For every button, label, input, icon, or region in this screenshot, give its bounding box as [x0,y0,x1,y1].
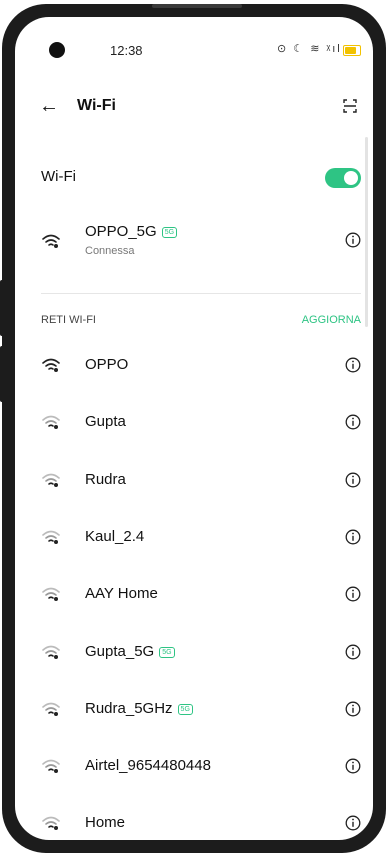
info-icon[interactable] [345,758,361,774]
wifi-signal-icon [42,587,60,602]
network-name: Gupta_5G 5G [85,643,175,660]
info-icon[interactable] [345,529,361,545]
phone-frame: 12:38 ⊙ ☾ ≋ ᵡıl ← Wi-Fi Wi-Fi OPPO_5G 5G … [2,4,386,853]
network-row[interactable]: Gupta_5G 5G [15,632,373,672]
network-name: Rudra_5GHz 5G [85,700,193,717]
network-row[interactable]: OPPO [15,345,373,385]
info-icon[interactable] [345,701,361,717]
badge-5g: 5G [161,227,178,238]
wifi-signal-icon [42,702,60,716]
scrollbar[interactable] [365,137,368,327]
phone-top-edge [152,4,242,8]
refresh-button[interactable]: AGGIORNA [302,314,361,326]
page-title: Wi-Fi [77,97,116,114]
info-icon[interactable] [345,414,361,430]
scan-qr-icon[interactable] [343,99,357,113]
network-name: OPPO [85,356,129,373]
wifi-toggle-label: Wi-Fi [41,168,76,185]
divider [41,293,361,294]
network-row[interactable]: Home [15,803,373,840]
status-bar: 12:38 ⊙ ☾ ≋ ᵡıl [15,17,373,58]
title-bar: ← Wi-Fi [15,91,373,121]
network-name: Home [85,814,126,832]
badge-5g: 5G [177,703,193,715]
wifi-signal-icon [42,530,60,544]
screen: 12:38 ⊙ ☾ ≋ ᵡıl ← Wi-Fi Wi-Fi OPPO_5G 5G … [15,17,373,840]
battery-icon [343,45,361,56]
wifi-signal-icon [42,645,60,659]
wifi-toggle-row[interactable]: Wi-Fi [15,164,373,192]
network-row[interactable]: Gupta [15,402,373,442]
network-row[interactable]: Kaul_2.4 [15,517,373,557]
connected-status: Connessa [85,245,135,257]
wifi-toggle-switch[interactable] [325,168,361,188]
info-icon[interactable] [345,586,361,602]
section-title: RETI WI-FI [41,314,96,326]
section-header: RETI WI-FI AGGIORNA [15,314,373,330]
network-name: AAY Home [85,585,158,603]
badge-5g: 5G [159,646,175,658]
wifi-signal-icon [42,759,60,774]
info-icon[interactable] [345,815,361,831]
network-row[interactable]: Rudra_5GHz 5G [15,689,373,729]
back-arrow-icon[interactable]: ← [39,91,59,121]
network-row[interactable]: AAY Home [15,574,373,614]
status-time: 12:38 [110,43,143,58]
info-icon[interactable] [345,357,361,373]
side-button [0,280,4,336]
network-row[interactable]: Rudra [15,460,373,500]
wifi-signal-icon [42,817,60,831]
network-row[interactable]: Airtel_9654480448 [15,746,373,786]
wifi-signal-icon [42,358,60,372]
front-camera [49,42,65,58]
network-name: Gupta [85,413,126,431]
network-name: Rudra [85,470,126,488]
side-button [0,346,4,402]
network-name: Kaul_2.4 [85,527,145,545]
info-icon[interactable] [345,232,361,248]
wifi-signal-icon [42,473,60,487]
wifi-signal-icon [42,416,60,430]
connected-network-name: OPPO_5G 5G [85,223,178,240]
wifi-signal-icon [42,234,60,248]
status-icons: ⊙ ☾ ≋ ᵡıl [277,43,342,55]
info-icon[interactable] [345,472,361,488]
info-icon[interactable] [345,644,361,660]
network-name: Airtel_9654480448 [85,757,211,775]
connected-network[interactable]: OPPO_5G 5G Connessa [15,217,373,267]
